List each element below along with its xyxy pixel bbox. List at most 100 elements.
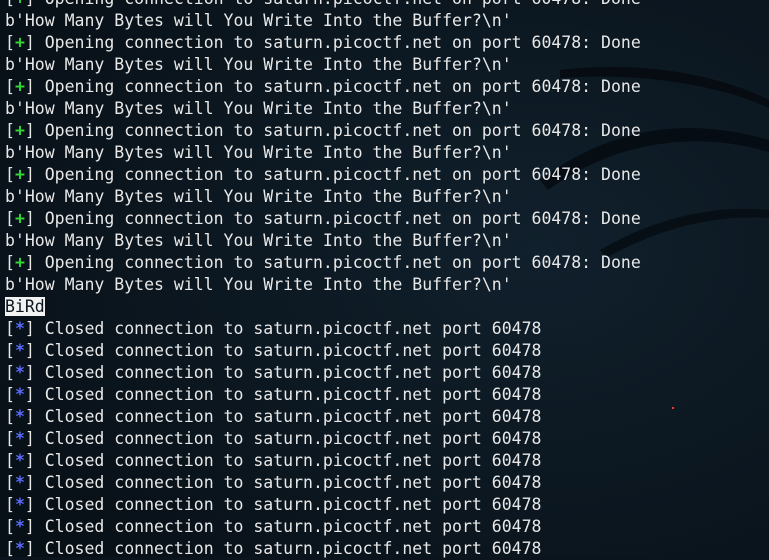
log-line-prompt: b'How Many Bytes will You Write Into the… — [5, 230, 769, 252]
wallpaper-red-dot — [672, 407, 674, 409]
log-line-text: Closed connection to saturn.picoctf.net … — [34, 429, 542, 448]
log-line-closed: [*] Closed connection to saturn.picoctf.… — [5, 318, 769, 340]
status-bracket-close: ] — [24, 319, 35, 338]
status-bracket-open: [ — [5, 77, 15, 96]
log-line-text: Opening connection to saturn.picoctf.net… — [35, 0, 641, 8]
info-star-icon: * — [14, 319, 25, 338]
log-line-text: Closed connection to saturn.picoctf.net … — [34, 473, 542, 492]
status-bracket-open: [ — [5, 385, 15, 404]
log-line-text: Closed connection to saturn.picoctf.net … — [34, 341, 542, 360]
status-bracket-close: ] — [24, 341, 35, 360]
info-star-icon: * — [14, 363, 25, 382]
log-line-text: Closed connection to saturn.picoctf.net … — [34, 451, 542, 470]
log-line-closed: [*] Closed connection to saturn.picoctf.… — [5, 340, 769, 362]
log-line-opening: [+] Opening connection to saturn.picoctf… — [5, 120, 769, 142]
log-line-prompt: b'How Many Bytes will You Write Into the… — [5, 10, 769, 32]
log-line-text: b'How Many Bytes will You Write Into the… — [5, 55, 512, 74]
success-plus-icon: + — [14, 77, 25, 96]
status-bracket-close: ] — [24, 253, 35, 272]
status-bracket-open: [ — [5, 209, 15, 228]
log-line-closed: [*] Closed connection to saturn.picoctf.… — [5, 384, 769, 406]
log-line-text: Closed connection to saturn.picoctf.net … — [34, 363, 542, 382]
selected-output-line: BiRd — [5, 296, 769, 318]
success-plus-icon: + — [14, 209, 25, 228]
log-line-text: b'How Many Bytes will You Write Into the… — [5, 99, 512, 118]
log-line-prompt: b'How Many Bytes will You Write Into the… — [5, 54, 769, 76]
status-bracket-close: ] — [24, 539, 35, 558]
log-line-closed: [*] Closed connection to saturn.picoctf.… — [5, 362, 769, 384]
log-line-text: Opening connection to saturn.picoctf.net… — [34, 33, 641, 52]
log-line-text: Opening connection to saturn.picoctf.net… — [34, 209, 641, 228]
log-line-text: Opening connection to saturn.picoctf.net… — [34, 253, 641, 272]
status-bracket-open: [ — [5, 319, 15, 338]
status-bracket-close: ] — [24, 209, 35, 228]
status-bracket-open: [ — [5, 407, 15, 426]
info-star-icon: * — [14, 495, 25, 514]
info-star-icon: * — [14, 385, 25, 404]
info-star-icon: * — [14, 451, 25, 470]
log-line-closed: [*] Closed connection to saturn.picoctf.… — [5, 494, 769, 516]
log-line-opening: [+] Opening connection to saturn.picoctf… — [5, 76, 769, 98]
log-line-closed: [*] Closed connection to saturn.picoctf.… — [5, 406, 769, 428]
status-bracket-open: [ — [5, 451, 15, 470]
status-bracket-close: ] — [24, 77, 35, 96]
log-line-text: Closed connection to saturn.picoctf.net … — [34, 385, 542, 404]
status-bracket-close: ] — [24, 165, 35, 184]
log-line-opening: [+] Opening connection to saturn.picoctf… — [5, 32, 769, 54]
success-plus-icon: + — [14, 165, 25, 184]
log-line-prompt: b'How Many Bytes will You Write Into the… — [5, 98, 769, 120]
status-bracket-close: ] — [25, 0, 35, 8]
log-line-text: b'How Many Bytes will You Write Into the… — [5, 11, 512, 30]
status-bracket-open: [ — [5, 33, 15, 52]
status-bracket-close: ] — [24, 429, 35, 448]
info-star-icon: * — [14, 429, 25, 448]
log-line-text: Closed connection to saturn.picoctf.net … — [34, 495, 542, 514]
log-line-closed: [*] Closed connection to saturn.picoctf.… — [5, 516, 769, 538]
info-star-icon: * — [14, 341, 25, 360]
log-line-text: Closed connection to saturn.picoctf.net … — [34, 539, 542, 558]
status-bracket-open: [ — [5, 165, 15, 184]
log-line-text: b'How Many Bytes will You Write Into the… — [5, 275, 512, 294]
log-line-text: b'How Many Bytes will You Write Into the… — [5, 187, 512, 206]
success-plus-icon: + — [14, 121, 25, 140]
status-bracket-open: [ — [5, 517, 15, 536]
log-line-text: Closed connection to saturn.picoctf.net … — [34, 407, 542, 426]
status-bracket-close: ] — [24, 451, 35, 470]
success-plus-icon: + — [14, 33, 25, 52]
log-line-opening: [+] Opening connection to saturn.picoctf… — [5, 164, 769, 186]
log-line-closed: [*] Closed connection to saturn.picoctf.… — [5, 472, 769, 494]
status-bracket-close: ] — [24, 473, 35, 492]
status-bracket-open: [ — [5, 539, 15, 558]
status-bracket-open: [ — [5, 0, 15, 8]
status-bracket-close: ] — [24, 495, 35, 514]
log-line-text: b'How Many Bytes will You Write Into the… — [5, 143, 512, 162]
selected-text[interactable]: BiRd — [5, 297, 45, 316]
log-line-closed: [*] Closed connection to saturn.picoctf.… — [5, 428, 769, 450]
log-line-closed: [*] Closed connection to saturn.picoctf.… — [5, 450, 769, 472]
status-bracket-close: ] — [24, 385, 35, 404]
log-line-opening: [+] Opening connection to saturn.picoctf… — [5, 252, 769, 274]
status-bracket-open: [ — [5, 429, 15, 448]
status-bracket-open: [ — [5, 253, 15, 272]
log-line-opening: [+] Opening connection to saturn.picoctf… — [5, 208, 769, 230]
success-plus-icon: + — [14, 253, 25, 272]
log-line-opening: [+] Opening connection to saturn.picoctf… — [5, 0, 769, 10]
status-bracket-close: ] — [24, 33, 35, 52]
log-line-text: Opening connection to saturn.picoctf.net… — [34, 121, 641, 140]
log-line-text: Opening connection to saturn.picoctf.net… — [34, 165, 641, 184]
info-star-icon: * — [14, 539, 25, 558]
terminal-output[interactable]: [+] Opening connection to saturn.picoctf… — [5, 0, 769, 560]
log-line-text: Closed connection to saturn.picoctf.net … — [34, 319, 542, 338]
status-bracket-close: ] — [24, 121, 35, 140]
log-line-text: b'How Many Bytes will You Write Into the… — [5, 231, 512, 250]
log-line-prompt: b'How Many Bytes will You Write Into the… — [5, 142, 769, 164]
info-star-icon: * — [14, 407, 25, 426]
status-bracket-open: [ — [5, 121, 15, 140]
log-line-text: Opening connection to saturn.picoctf.net… — [34, 77, 641, 96]
status-bracket-open: [ — [5, 473, 15, 492]
status-bracket-open: [ — [5, 341, 15, 360]
status-bracket-open: [ — [5, 363, 15, 382]
status-bracket-open: [ — [5, 495, 15, 514]
info-star-icon: * — [14, 517, 25, 536]
log-line-prompt: b'How Many Bytes will You Write Into the… — [5, 186, 769, 208]
